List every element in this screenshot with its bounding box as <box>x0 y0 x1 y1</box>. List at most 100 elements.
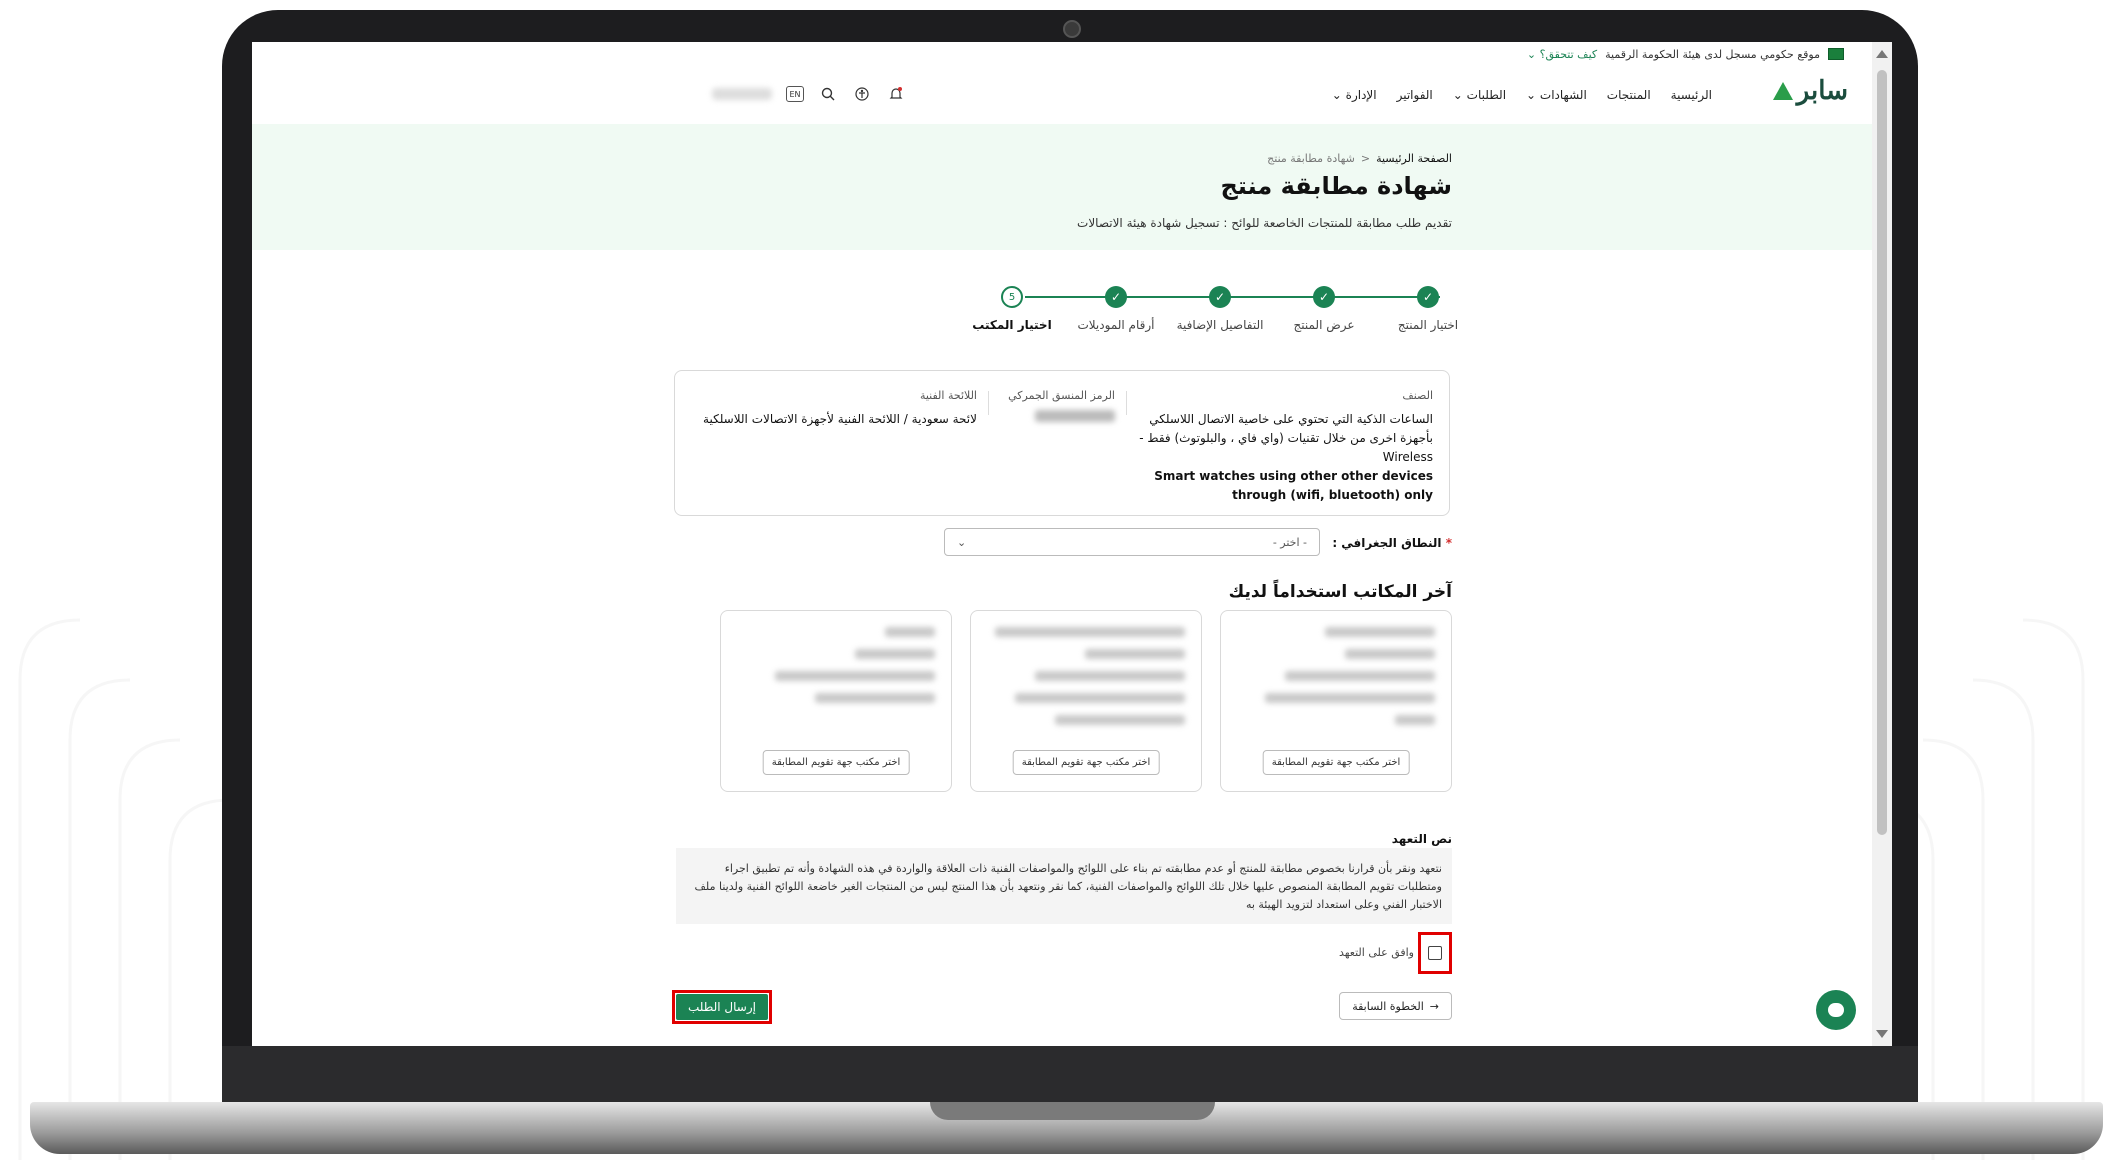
info-divider <box>1126 391 1127 415</box>
nav-certificates[interactable]: الشهادات ⌄ <box>1526 88 1587 102</box>
search-icon[interactable] <box>818 84 838 104</box>
hs-code-label: الرمز المنسق الجمركي <box>1008 389 1115 402</box>
office-detail-redacted <box>1285 671 1435 681</box>
office-name-redacted <box>1085 649 1185 659</box>
geo-scope-select[interactable]: - اختر - ⌄ <box>944 528 1320 556</box>
step-2-check-icon: ✓ <box>1313 286 1335 308</box>
nav-admin[interactable]: الإدارة ⌄ <box>1332 88 1377 102</box>
office-card-1: اختر مكتب جهة تقويم المطابقة <box>1220 610 1452 792</box>
nav-home[interactable]: الرئيسية <box>1671 88 1712 102</box>
chevron-down-icon: ⌄ <box>957 535 967 549</box>
page-subtitle: تقديم طلب مطابقة للمنتجات الخاصعة للوائح… <box>1077 216 1452 230</box>
agree-label[interactable]: وافق على التعهد <box>1339 946 1414 959</box>
stepper-line <box>1025 296 1440 298</box>
accessibility-icon[interactable] <box>852 84 872 104</box>
category-column: الصنف الساعات الذكية التي تحتوي على خاصي… <box>1133 389 1433 505</box>
pledge-title: نص التعهد <box>1391 832 1452 846</box>
category-label: الصنف <box>1402 389 1433 402</box>
step-5-label: اختيار المكتب <box>972 318 1052 332</box>
saber-logo[interactable]: سابر <box>1772 76 1848 106</box>
regulation-label: اللائحة الفنية <box>919 389 977 402</box>
office-detail-redacted <box>1395 715 1435 725</box>
chat-bubble-icon <box>1828 1003 1844 1017</box>
page-title: شهادة مطابقة منتج <box>1220 172 1453 200</box>
office-detail-redacted <box>1345 649 1435 659</box>
nav-products[interactable]: المنتجات <box>1607 88 1651 102</box>
step-1-label: اختيار المنتج <box>1397 318 1459 332</box>
page-content: موقع حكومي مسجل لدى هيئة الحكومة الرقمية… <box>252 42 1872 1046</box>
office-detail-redacted <box>1265 693 1435 703</box>
previous-step-button[interactable]: → الخطوة السابقة <box>1339 992 1452 1020</box>
select-office-button-1[interactable]: اختر مكتب جهة تقويم المطابقة <box>1262 750 1410 775</box>
browser-screen: موقع حكومي مسجل لدى هيئة الحكومة الرقمية… <box>252 42 1892 1046</box>
office-card-2: اختر مكتب جهة تقويم المطابقة <box>970 610 1202 792</box>
vertical-scrollbar[interactable] <box>1872 42 1892 1046</box>
gov-verify-link[interactable]: كيف تتحقق؟ ⌄ <box>1527 48 1597 61</box>
category-value-en: Smart watches using other other devices … <box>1154 469 1433 502</box>
agree-checkbox-highlight <box>1418 932 1452 974</box>
logo-text: سابر <box>1796 76 1848 106</box>
step-3-check-icon: ✓ <box>1209 286 1231 308</box>
scroll-down-arrow-icon[interactable] <box>1876 1030 1888 1038</box>
breadcrumb: الصفحة الرئيسية < شهادة مطابقة منتج <box>1267 152 1452 165</box>
office-detail-redacted <box>815 693 935 703</box>
scroll-up-arrow-icon[interactable] <box>1876 50 1888 58</box>
page-hero: الصفحة الرئيسية < شهادة مطابقة منتج شهاد… <box>252 124 1872 250</box>
recent-offices-title: آخر المكاتب استخداماً لديك <box>1228 582 1452 602</box>
saudi-flag-icon <box>1828 48 1844 60</box>
office-detail-redacted <box>1015 693 1185 703</box>
hs-code-column: الرمز المنسق الجمركي <box>995 389 1115 422</box>
agree-row: وافق على التعهد <box>1152 932 1452 974</box>
office-detail-redacted <box>775 671 935 681</box>
info-divider <box>988 391 989 415</box>
office-detail-redacted <box>855 649 935 659</box>
breadcrumb-home[interactable]: الصفحة الرئيسية <box>1376 152 1452 165</box>
geo-scope-label: * النطاق الجغرافي : <box>1332 536 1452 550</box>
arrow-right-icon: → <box>1429 999 1439 1013</box>
regulation-column: اللائحة الفنية لائحة سعودية / اللائحة ال… <box>687 389 977 429</box>
user-menu[interactable] <box>712 88 772 100</box>
laptop-chin <box>222 1046 1918 1102</box>
breadcrumb-current: شهادة مطابقة منتج <box>1267 152 1355 165</box>
step-4-label: أرقام الموديلات <box>1077 318 1155 332</box>
office-detail-redacted <box>1035 671 1185 681</box>
product-info-card: الصنف الساعات الذكية التي تحتوي على خاصي… <box>674 370 1450 516</box>
logo-triangle-icon <box>1772 82 1793 100</box>
step-2-label: عرض المنتج <box>1293 318 1355 332</box>
breadcrumb-separator: < <box>1360 152 1371 165</box>
category-value-ar: الساعات الذكية التي تحتوي على خاصية الات… <box>1139 412 1433 464</box>
background-decoration-left <box>18 618 231 1160</box>
geo-select-placeholder: - اختر - <box>1272 535 1307 549</box>
select-office-button-3[interactable]: اختر مكتب جهة تقويم المطابقة <box>762 750 910 775</box>
step-3-label: التفاصيل الإضافية <box>1176 318 1264 332</box>
office-name-redacted <box>995 627 1185 637</box>
regulation-value: لائحة سعودية / اللائحة الفنية لأجهزة الا… <box>703 412 977 426</box>
office-card-3: اختر مكتب جهة تقويم المطابقة <box>720 610 952 792</box>
step-4-check-icon: ✓ <box>1105 286 1127 308</box>
pledge-text: نتعهد ونقر بأن قرارنا بخصوص مطابقة للمنت… <box>676 848 1452 924</box>
scroll-thumb[interactable] <box>1877 70 1887 835</box>
step-5-number: 5 <box>1001 286 1023 308</box>
step-1-check-icon: ✓ <box>1417 286 1439 308</box>
laptop-notch <box>930 1102 1215 1120</box>
office-name-redacted <box>1325 627 1435 637</box>
notification-bell-icon[interactable] <box>886 84 906 104</box>
language-toggle[interactable]: EN <box>786 86 804 102</box>
select-office-button-2[interactable]: اختر مكتب جهة تقويم المطابقة <box>1012 750 1160 775</box>
agree-checkbox[interactable] <box>1428 946 1442 960</box>
site-header: سابر الرئيسية المنتجات الشهادات ⌄ الطلبا… <box>252 68 1872 124</box>
webcam <box>1063 20 1081 38</box>
gov-banner-text: موقع حكومي مسجل لدى هيئة الحكومة الرقمية <box>1605 47 1820 61</box>
progress-stepper: ✓ اختيار المنتج ✓ عرض المنتج ✓ التفاصيل … <box>252 286 1872 346</box>
nav-invoices[interactable]: الفواتير <box>1397 88 1433 102</box>
office-name-redacted <box>885 627 935 637</box>
geo-scope-row: * النطاق الجغرافي : - اختر - ⌄ <box>652 528 1452 558</box>
submit-button-highlight: إرسال الطلب <box>672 990 772 1024</box>
office-detail-redacted <box>1055 715 1185 725</box>
nav-requests[interactable]: الطلبات ⌄ <box>1453 88 1506 102</box>
header-tools: EN <box>712 84 906 104</box>
hs-code-value-redacted <box>1035 410 1115 422</box>
submit-request-button[interactable]: إرسال الطلب <box>676 994 768 1020</box>
main-nav: الرئيسية المنتجات الشهادات ⌄ الطلبات ⌄ ا… <box>1332 88 1712 102</box>
chat-support-button[interactable] <box>1816 990 1856 1030</box>
